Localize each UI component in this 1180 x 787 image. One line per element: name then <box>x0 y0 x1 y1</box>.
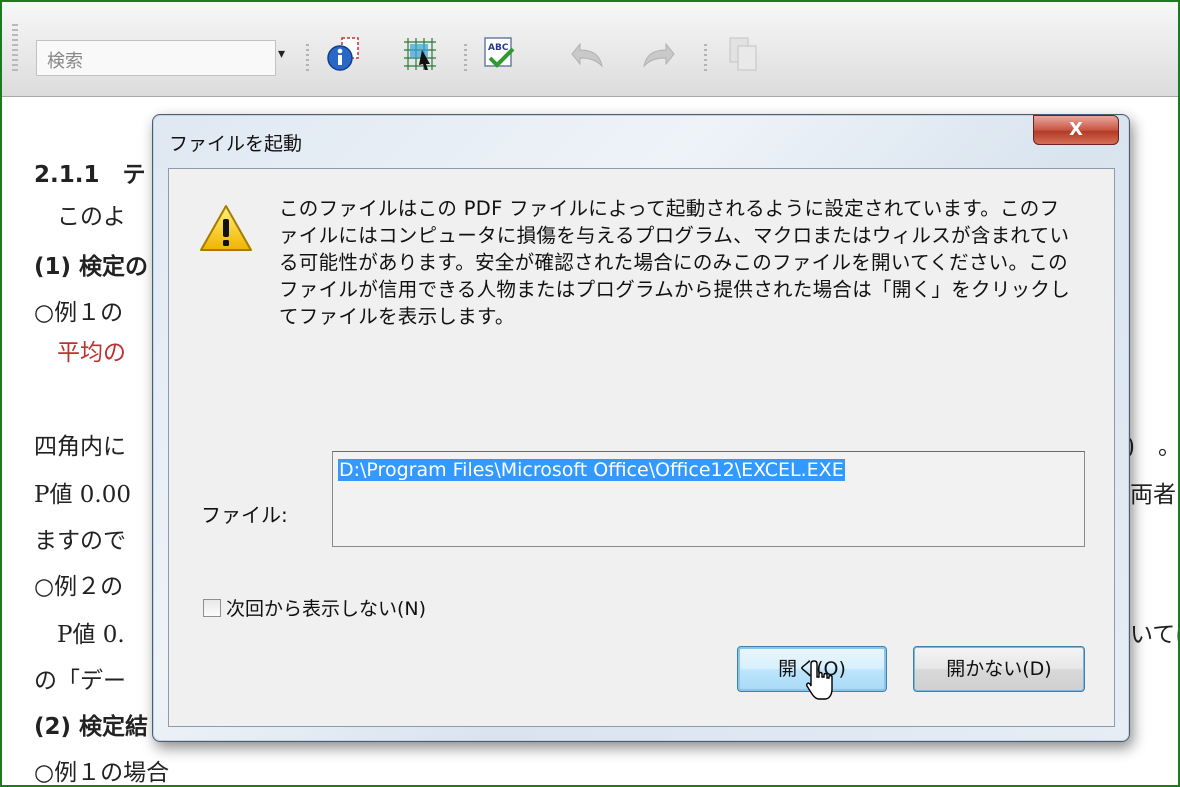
app-window: 検索 ▾ ABC 2.1.1 テ このよ (1) 検定の ○例１の 平均の 四角… <box>0 0 1180 787</box>
doc-subheading: (1) 検定の <box>34 254 149 280</box>
doc-line: 四角内に <box>34 434 126 460</box>
warning-icon <box>200 205 252 251</box>
doc-heading: 2.1.1 テ <box>34 162 146 188</box>
search-dropdown-arrow[interactable]: ▾ <box>278 46 285 62</box>
doc-line-fragment: ) 。 <box>1126 434 1180 460</box>
toolbar-grip[interactable] <box>12 24 18 74</box>
undo-icon[interactable] <box>568 34 608 74</box>
doc-line: このよ <box>34 204 126 230</box>
toolbar-separator <box>464 44 467 74</box>
dont-open-button[interactable]: 開かない(D) <box>913 646 1085 692</box>
doc-line-fragment: 両者 <box>1130 482 1176 508</box>
svg-text:ABC: ABC <box>488 43 509 53</box>
doc-line: P値 0.00 <box>34 482 131 508</box>
toolbar: 検索 ▾ ABC <box>2 2 1178 97</box>
doc-line: ますので <box>34 528 126 554</box>
dialog-client-area: このファイルはこの PDF ファイルによって起動されるように設定されています。こ… <box>168 168 1115 727</box>
doc-subheading: (2) 検定結 <box>34 714 149 740</box>
copy-icon[interactable] <box>724 34 764 74</box>
doc-line: ○例１の場合 <box>34 760 170 786</box>
document-info-icon[interactable] <box>324 34 364 74</box>
grid-select-icon[interactable] <box>400 34 440 74</box>
dialog-title: ファイルを起動 <box>169 133 303 155</box>
doc-line: ○例２の <box>34 574 124 600</box>
doc-line: 平均の <box>34 340 126 366</box>
doc-line: の「デー <box>34 668 126 694</box>
doc-line: P値 0. <box>34 622 125 648</box>
file-path-field[interactable]: D:\Program Files\Microsoft Office\Office… <box>332 451 1085 547</box>
dont-show-again-checkbox[interactable] <box>203 599 221 617</box>
toolbar-separator <box>306 44 309 74</box>
dialog-message: このファイルはこの PDF ファイルによって起動されるように設定されています。こ… <box>279 197 1071 328</box>
doc-line: ○例１の <box>34 300 124 326</box>
mouse-pointer-icon <box>806 660 833 700</box>
launch-file-dialog: ファイルを起動 X このファイルはこの PDF ファイルによって起動されるように… <box>152 114 1130 742</box>
toolbar-separator <box>704 44 707 74</box>
spell-check-icon[interactable]: ABC <box>480 34 520 74</box>
file-path-text[interactable]: D:\Program Files\Microsoft Office\Office… <box>338 459 845 481</box>
file-label: ファイル: <box>201 503 288 527</box>
dont-show-again-label[interactable]: 次回から表示しない(N) <box>226 594 426 621</box>
search-input[interactable]: 検索 <box>36 40 276 76</box>
doc-line-fragment: いては <box>1130 622 1178 648</box>
redo-icon[interactable] <box>638 34 678 74</box>
close-button[interactable]: X <box>1033 115 1119 145</box>
